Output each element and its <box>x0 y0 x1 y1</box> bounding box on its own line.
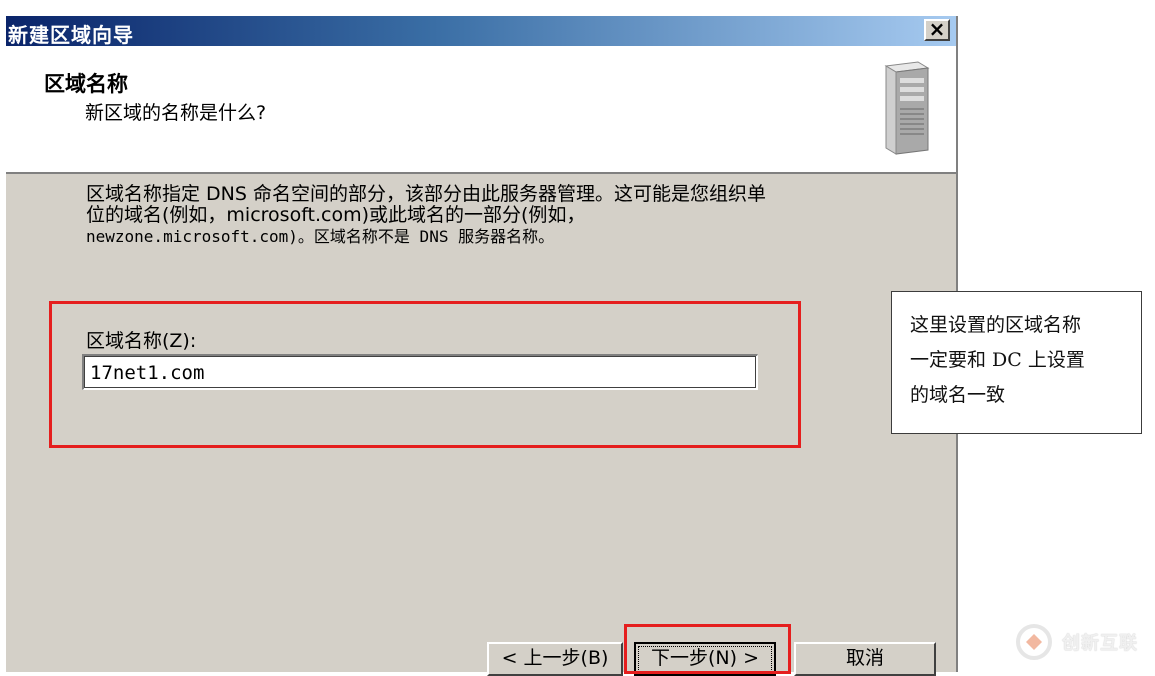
annotation-line: 的域名一致 <box>910 384 1006 406</box>
zone-name-label: 区域名称(Z): <box>86 330 197 352</box>
close-button[interactable]: × <box>924 19 950 41</box>
zone-name-input[interactable] <box>82 354 758 390</box>
watermark-logo-icon <box>1016 624 1052 660</box>
zone-description: 区域名称指定 DNS 命名空间的部分，该部分由此服务器管理。这可能是您组织单 位… <box>86 184 926 247</box>
annotation-line: 一定要和 DC 上设置 <box>910 349 1085 371</box>
title-bar[interactable]: 新建区域向导 × <box>6 16 956 47</box>
description-line: newzone.microsoft.com)。区域名称不是 DNS 服务器名称。 <box>86 227 555 246</box>
watermark: 创新互联 <box>1016 624 1138 660</box>
next-button[interactable]: 下一步(N) > <box>634 642 776 676</box>
server-icon <box>884 61 930 155</box>
description-line: 位的域名(例如，microsoft.com)或此域名的一部分(例如， <box>86 204 586 226</box>
cancel-button[interactable]: 取消 <box>794 642 936 676</box>
back-button[interactable]: < 上一步(B) <box>487 642 623 676</box>
page-subtitle: 新区域的名称是什么? <box>85 102 267 124</box>
description-line: 区域名称指定 DNS 命名空间的部分，该部分由此服务器管理。这可能是您组织单 <box>86 183 766 205</box>
annotation-callout: 这里设置的区域名称 一定要和 DC 上设置 的域名一致 <box>891 291 1142 434</box>
window-title: 新建区域向导 <box>8 23 134 47</box>
annotation-line: 这里设置的区域名称 <box>910 314 1082 336</box>
page-title: 区域名称 <box>44 72 128 96</box>
watermark-text: 创新互联 <box>1062 633 1138 654</box>
wizard-header: 区域名称 新区域的名称是什么? <box>6 46 956 174</box>
